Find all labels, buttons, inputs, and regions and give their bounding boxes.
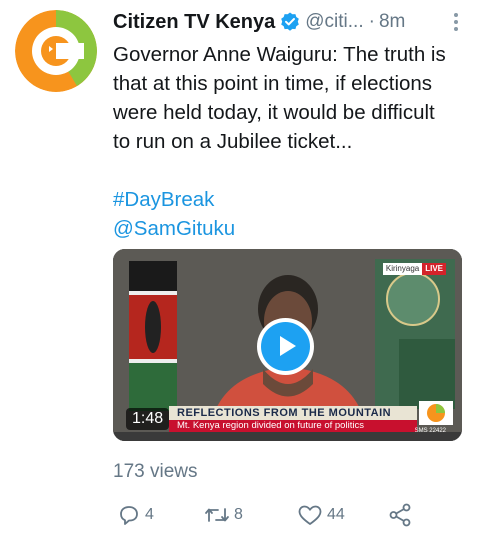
tweet-text: Governor Anne Waiguru: The truth is that… bbox=[113, 40, 468, 243]
tweet-text-line: to run on a Jubilee ticket... bbox=[113, 130, 353, 153]
reply-count: 4 bbox=[145, 506, 154, 523]
play-icon bbox=[261, 322, 310, 371]
video-player[interactable]: Kirinyaga LIVE REFLECTIONS FROM THE MOUN… bbox=[113, 249, 462, 441]
mention-link[interactable]: @SamGituku bbox=[113, 214, 468, 243]
author-handle[interactable]: @citi... bbox=[305, 11, 363, 33]
share-button[interactable] bbox=[387, 500, 413, 530]
tweet-text-line: that at this point in time, if elections bbox=[113, 72, 433, 95]
location-label: Kirinyaga bbox=[382, 263, 423, 275]
video-duration: 1:48 bbox=[126, 408, 170, 430]
banner-title: REFLECTIONS FROM THE MOUNTAIN bbox=[169, 406, 417, 420]
live-badge: LIVE bbox=[422, 263, 446, 275]
banner-subtitle: Mt. Kenya region divided on future of po… bbox=[169, 420, 417, 432]
avatar[interactable] bbox=[15, 10, 97, 92]
retweet-icon bbox=[205, 508, 229, 522]
location-badge: Kirinyaga LIVE bbox=[382, 263, 446, 275]
citizen-tv-logo-icon bbox=[15, 10, 97, 92]
verified-badge-icon bbox=[280, 12, 300, 32]
retweet-button[interactable]: 8 bbox=[204, 500, 243, 530]
play-button[interactable] bbox=[257, 318, 314, 375]
like-icon bbox=[298, 505, 322, 525]
share-icon bbox=[389, 503, 411, 527]
retweet-count: 8 bbox=[234, 506, 243, 523]
tweet-timestamp[interactable]: 8m bbox=[379, 11, 405, 33]
reply-button[interactable]: 4 bbox=[117, 500, 154, 530]
more-options-icon[interactable] bbox=[444, 10, 468, 34]
reply-icon bbox=[120, 506, 138, 525]
view-count: 173 views bbox=[113, 461, 198, 482]
tweet-actions: 4 8 44 bbox=[113, 500, 433, 530]
author-name[interactable]: Citizen TV Kenya bbox=[113, 11, 275, 34]
tweet-text-line: were held today, it would be difficult bbox=[113, 101, 435, 124]
tweet-content: Citizen TV Kenya @citi... · 8m Governor … bbox=[113, 8, 468, 243]
separator: · bbox=[368, 11, 375, 32]
sms-text: SMS 22422 bbox=[414, 428, 446, 434]
like-count: 44 bbox=[327, 506, 345, 523]
like-button[interactable]: 44 bbox=[297, 500, 345, 530]
tweet-text-line: Governor Anne Waiguru: The truth is bbox=[113, 43, 446, 66]
hashtag-link[interactable]: #DayBreak bbox=[113, 185, 468, 214]
tweet-header: Citizen TV Kenya @citi... · 8m bbox=[113, 8, 468, 36]
